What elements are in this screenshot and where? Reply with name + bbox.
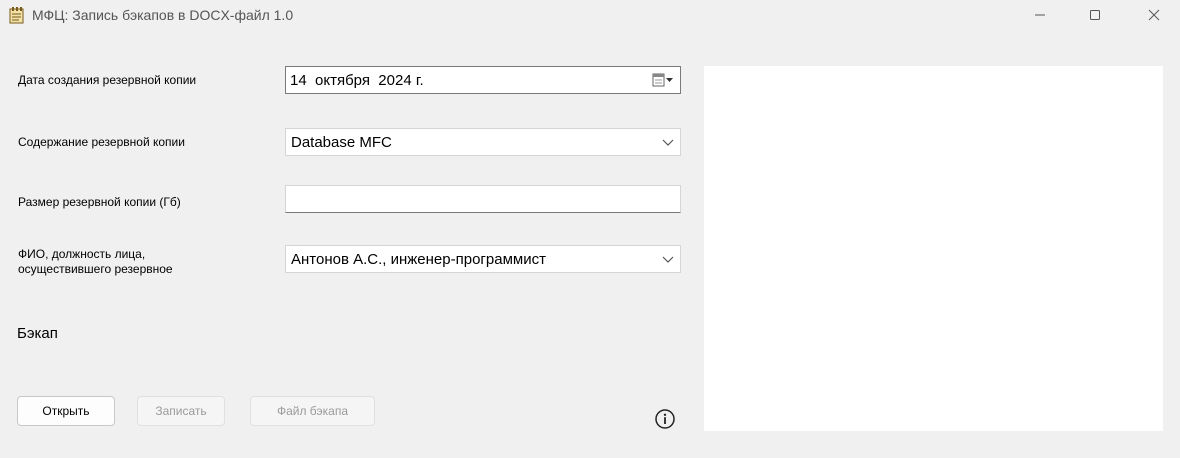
minimize-button[interactable]	[1017, 0, 1063, 30]
backup-date-value: 14 октября 2024 г.	[290, 72, 424, 89]
backup-content-dropdown[interactable]: Database MFC	[285, 128, 681, 156]
open-button[interactable]: Открыть	[17, 396, 115, 426]
backup-content-value: Database MFC	[291, 134, 392, 151]
maximize-icon	[1090, 10, 1100, 20]
title-bar: МФЦ: Запись бэкапов в DOCX-файл 1.0	[0, 0, 1180, 30]
chevron-down-icon	[662, 256, 674, 263]
document-preview-panel	[704, 66, 1163, 431]
backup-content-label: Содержание резервной копии	[18, 135, 185, 149]
backup-date-label: Дата создания резервной копии	[18, 73, 197, 87]
window-title: МФЦ: Запись бэкапов в DOCX-файл 1.0	[32, 7, 294, 23]
responsible-person-dropdown[interactable]: Антонов А.С., инженер-программист	[285, 245, 681, 273]
backup-size-label: Размер резервной копии (Гб)	[18, 195, 181, 209]
backup-size-input[interactable]	[285, 185, 681, 213]
close-button[interactable]	[1131, 0, 1177, 30]
maximize-button[interactable]	[1072, 0, 1118, 30]
backup-section-label: Бэкап	[17, 325, 58, 342]
chevron-down-icon	[662, 139, 674, 146]
minimize-icon	[1035, 14, 1045, 16]
backup-date-picker[interactable]: 14 октября 2024 г.	[285, 66, 681, 94]
backup-file-button[interactable]: Файл бэкапа	[250, 396, 375, 426]
close-icon	[1148, 9, 1160, 21]
calendar-dropdown-icon[interactable]	[652, 73, 674, 87]
responsible-person-label-line1: ФИО, должность лица,	[18, 247, 146, 261]
responsible-person-value: Антонов А.С., инженер-программист	[291, 251, 546, 268]
notepad-icon	[9, 7, 24, 24]
responsible-person-label-line2: осуществившего резервное	[18, 262, 173, 276]
write-button[interactable]: Записать	[137, 396, 225, 426]
info-icon[interactable]	[654, 408, 676, 430]
